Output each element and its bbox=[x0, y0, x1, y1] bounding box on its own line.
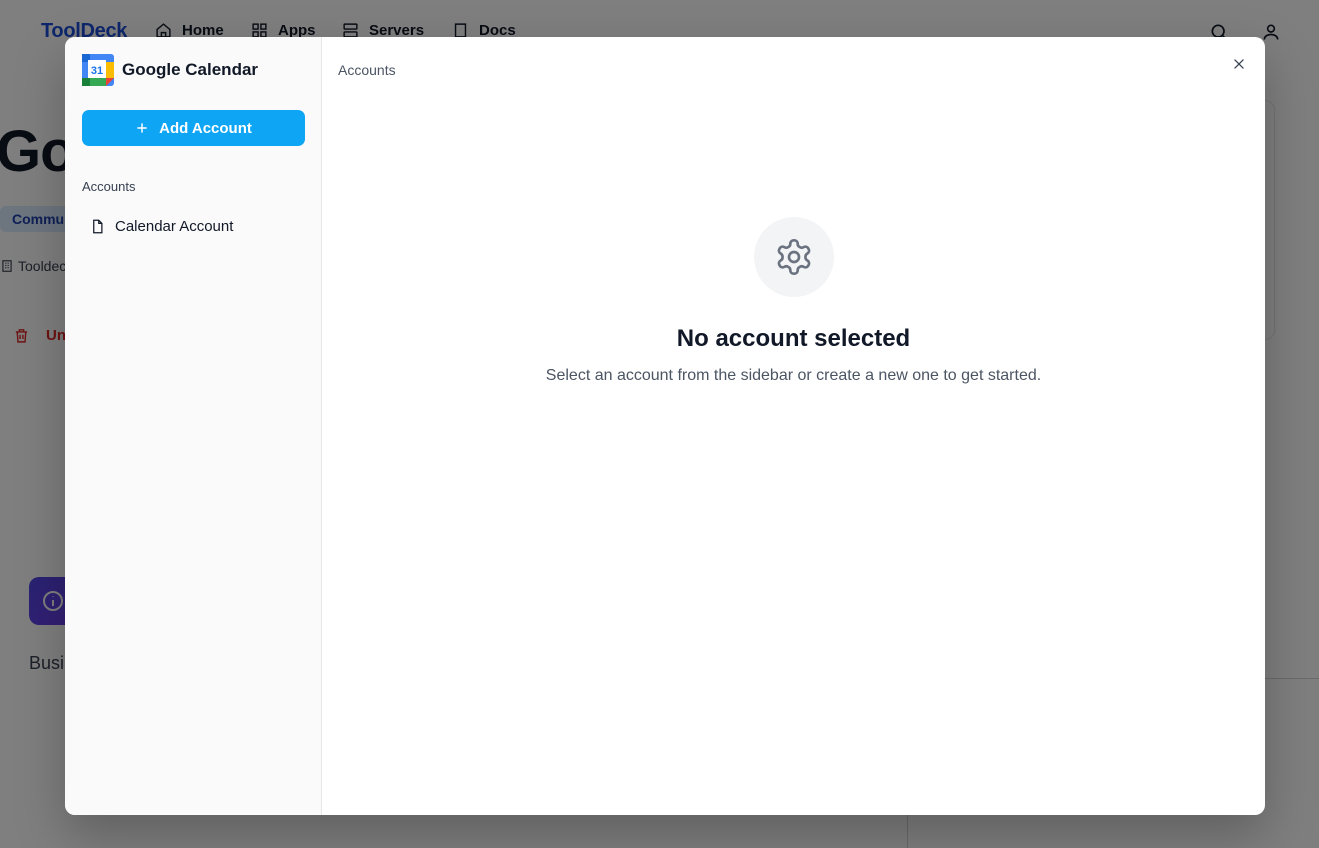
accounts-modal: 31 Google Calendar Add Account Accounts … bbox=[65, 37, 1265, 815]
calendar-icon-number: 31 bbox=[91, 65, 103, 77]
gear-icon bbox=[777, 239, 810, 275]
add-account-label: Add Account bbox=[159, 119, 252, 137]
account-label: Calendar Account bbox=[115, 217, 234, 235]
empty-state-badge bbox=[753, 217, 834, 297]
empty-state-description: Select an account from the sidebar or cr… bbox=[545, 367, 1042, 384]
plus-icon bbox=[137, 123, 147, 133]
file-icon bbox=[93, 219, 103, 233]
sidebar-item-calendar-account[interactable]: Calendar Account bbox=[82, 211, 305, 241]
app-name: Google Calendar bbox=[122, 60, 259, 79]
breadcrumb: Accounts bbox=[338, 62, 396, 78]
close-button[interactable] bbox=[1228, 53, 1250, 75]
add-account-button[interactable]: Add Account bbox=[82, 110, 305, 146]
modal-sidebar: 31 Google Calendar Add Account Accounts … bbox=[65, 37, 322, 815]
modal-main: Accounts No account selected Select an a… bbox=[322, 37, 1265, 815]
app-header: 31 Google Calendar bbox=[82, 54, 258, 86]
accounts-section-label: Accounts bbox=[82, 179, 136, 194]
empty-state-title: No account selected bbox=[676, 325, 911, 352]
close-icon bbox=[1234, 59, 1244, 69]
google-calendar-icon: 31 bbox=[82, 54, 114, 86]
empty-state: No account selected Select an account fr… bbox=[322, 217, 1265, 385]
